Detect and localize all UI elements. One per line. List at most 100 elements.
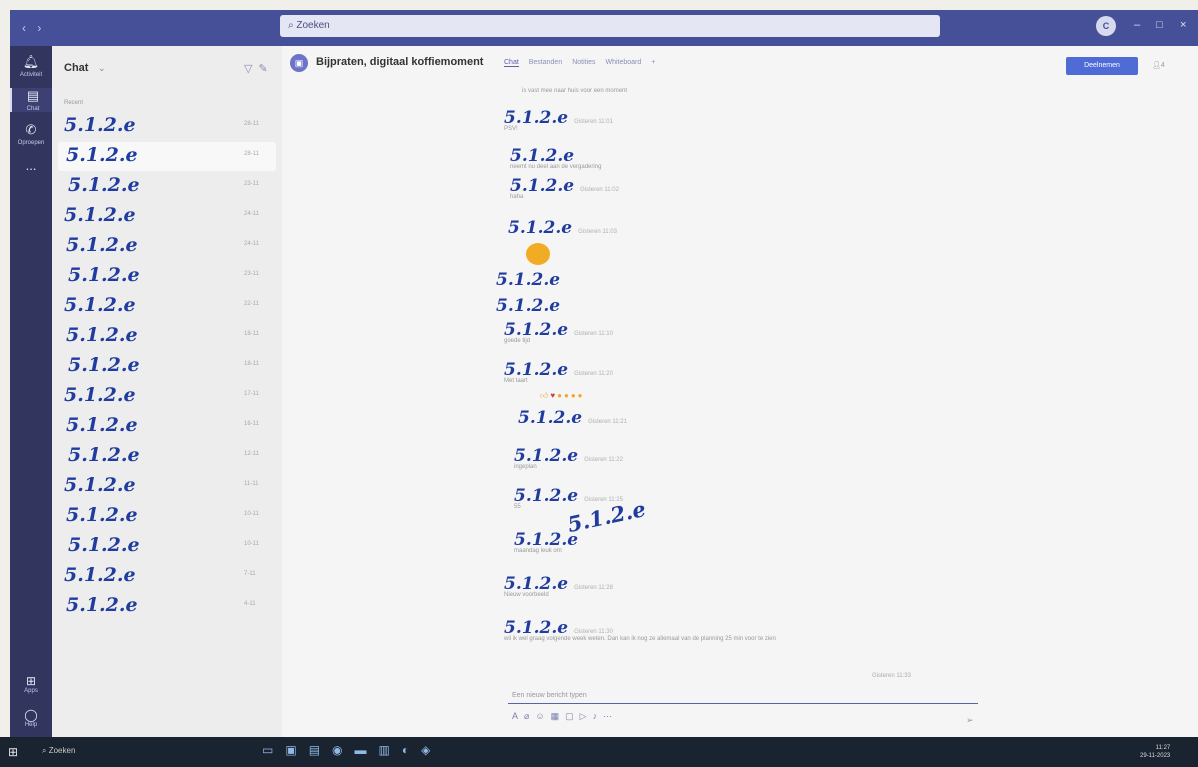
chat-contact-name: 5.1.2.e — [64, 564, 136, 586]
outlook-icon[interactable]: ▥ — [379, 743, 402, 757]
format-icon[interactable]: A — [512, 711, 524, 721]
rail-calls[interactable]: ✆ Oproepen — [10, 122, 52, 146]
rail-label: Chat — [26, 106, 40, 112]
mic-icon[interactable]: ♪ — [593, 711, 604, 721]
task-view-icon[interactable]: ▭ — [262, 743, 285, 757]
folder-icon[interactable]: ▬ — [355, 743, 379, 757]
windows-start-icon[interactable]: ⊞ — [8, 745, 22, 759]
attach-icon[interactable]: ⌀ — [524, 711, 535, 721]
chat-list-item[interactable]: 5.1.2.e 23-11 — [58, 262, 276, 291]
chat-list-item[interactable]: 5.1.2.e 10-11 — [58, 532, 276, 561]
chat-message[interactable]: 5.1.2.e Gisteren 11:21 — [518, 408, 627, 428]
tab-notes[interactable]: Notities — [572, 59, 595, 66]
filter-icon[interactable]: ▽ — [244, 63, 258, 75]
chat-list-item[interactable]: 5.1.2.e 24-11 — [58, 232, 276, 261]
chat-message[interactable]: 5.1.2.e Gisteren 11:20 Met taart — [504, 360, 613, 384]
more-options-icon[interactable]: ⋯ — [603, 711, 618, 721]
send-icon[interactable]: ➢ — [966, 715, 974, 726]
chat-list-item[interactable]: 5.1.2.e 11-11 — [58, 472, 276, 501]
chat-list-item[interactable]: 5.1.2.e 17-11 — [58, 382, 276, 411]
chat-date: 16-11 — [244, 421, 259, 427]
phone-icon: ✆ — [25, 122, 37, 137]
message-input[interactable]: Een nieuw bericht typen — [508, 689, 978, 704]
tab-whiteboard[interactable]: Whiteboard — [605, 59, 641, 66]
chat-message[interactable]: 5.1.2.e Gisteren 11:01 PSV! — [504, 108, 613, 132]
chat-list-item[interactable]: 5.1.2.e 22-11 — [58, 292, 276, 321]
back-forward-arrows[interactable]: ‹ › — [22, 21, 45, 35]
reaction-bar[interactable]: 👍︎♥●●●● — [540, 391, 585, 401]
chat-message[interactable]: 5.1.2.e Gisteren 11:02 haha — [510, 176, 619, 200]
chat-message[interactable]: 5.1.2.e Gisteren 11:10 goede tijd — [504, 320, 613, 344]
edge-icon[interactable]: ◐ — [402, 743, 421, 757]
taskbar-clock: 11:27 29-11-2023 — [1140, 744, 1170, 760]
chat-list-item[interactable]: 5.1.2.e 28-11 — [58, 112, 276, 141]
clock-time: 11:27 — [1155, 745, 1171, 751]
chrome-icon[interactable]: ◉ — [332, 743, 354, 757]
rail-label: Oproepen — [17, 140, 45, 146]
chat-date: 10-11 — [244, 511, 259, 517]
chat-date: 18-11 — [244, 331, 259, 337]
chat-contact-name: 5.1.2.e — [68, 174, 140, 196]
chat-list-item[interactable]: 5.1.2.e 4-11 — [58, 592, 276, 621]
profile-avatar[interactable]: C — [1096, 16, 1116, 36]
rail-apps[interactable]: ⊞ Apps — [10, 674, 52, 694]
participants-count[interactable]: 👤︎4 — [1152, 61, 1165, 69]
chat-message[interactable]: 5.1.2.e Gisteren 11:03 — [508, 218, 617, 238]
chat-message[interactable]: 5.1.2.e Gisteren 11:28 Nieuw voorbeeld — [504, 574, 613, 598]
maximize-icon[interactable]: □ — [1156, 19, 1163, 31]
chat-list-item[interactable]: 5.1.2.e 28-11 — [58, 142, 276, 171]
tab-chat[interactable]: Chat — [504, 59, 519, 67]
add-tab-icon[interactable]: + — [651, 59, 655, 66]
group-avatar: ▣ — [290, 54, 308, 72]
rail-more[interactable]: ... — [10, 158, 52, 175]
chat-list-item[interactable]: 5.1.2.e 12-11 — [58, 442, 276, 471]
meet-icon[interactable]: ▷ — [580, 711, 593, 721]
chat-contact-name: 5.1.2.e — [66, 504, 138, 526]
chat-list-item[interactable]: 5.1.2.e 23-11 — [58, 172, 276, 201]
more-icon: ... — [25, 158, 37, 173]
tab-files[interactable]: Bestanden — [529, 59, 562, 66]
chat-contact-name: 5.1.2.e — [68, 354, 140, 376]
chat-list-item[interactable]: 5.1.2.e 10-11 — [58, 502, 276, 531]
excel-icon[interactable]: ▤ — [309, 743, 332, 757]
message-sender: 5.1.2.e — [504, 360, 569, 380]
chat-list-item[interactable]: 5.1.2.e 24-11 — [58, 202, 276, 231]
taskbar-search[interactable]: ⌕ Zoeken — [42, 746, 75, 756]
sticker-icon[interactable]: ▢ — [565, 711, 580, 721]
chat-message[interactable]: 5.1.2.e Gisteren 11:22 ingeplan — [514, 446, 623, 470]
chat-list-item[interactable]: 5.1.2.e 18-11 — [58, 352, 276, 381]
top-snippet: is vast mee naar huis voor een moment — [522, 88, 628, 94]
rail-help[interactable]: ◯ Help — [10, 708, 52, 728]
conversation-header: ▣ Bijpraten, digitaal koffiemoment Chat … — [282, 46, 1198, 82]
rail-chat[interactable]: ▤ Chat — [10, 88, 54, 112]
chat-date: 28-11 — [244, 151, 259, 157]
gif-icon[interactable]: ▦ — [551, 711, 566, 721]
chevron-down-icon[interactable]: ⌄ — [98, 63, 106, 74]
message-sender: 5.1.2.e — [514, 530, 579, 550]
smile-icon: ● — [563, 391, 571, 400]
chat-message[interactable]: 5.1.2.e — [496, 270, 566, 290]
rail-activity[interactable]: 🔔︎ Activiteit — [10, 54, 52, 78]
search-bar[interactable]: ⌕ Zoeken — [280, 15, 940, 37]
teams-icon[interactable]: ▣ — [285, 743, 308, 757]
chat-list-item[interactable]: 5.1.2.e 16-11 — [58, 412, 276, 441]
chat-contact-name: 5.1.2.e — [66, 234, 138, 256]
chat-message[interactable]: 5.1.2.e Gisteren 11:30 wil ik wel graag vo… — [504, 618, 776, 642]
new-chat-icon[interactable]: ✎ — [258, 63, 273, 75]
emoji-icon[interactable]: ☺ — [535, 711, 550, 721]
close-icon[interactable]: × — [1180, 19, 1186, 31]
app-icon[interactable]: ◈ — [421, 743, 442, 757]
chat-list-item[interactable]: 5.1.2.e 7-11 — [58, 562, 276, 591]
message-timestamp: Gisteren 11:22 — [584, 457, 623, 463]
conversation-pane: ▣ Bijpraten, digitaal koffiemoment Chat … — [282, 46, 1198, 737]
minimize-icon[interactable]: – — [1134, 19, 1140, 31]
join-button[interactable]: Deelnemen — [1066, 57, 1138, 75]
chat-icon: ▤ — [26, 88, 40, 103]
message-sender: 5.1.2.e — [504, 320, 569, 340]
compose-box: Een nieuw bericht typen A⌀☺▦▢▷♪⋯ ➢ — [508, 689, 978, 737]
chat-message[interactable]: 5.1.2.e — [496, 296, 566, 316]
chat-list-item[interactable]: 5.1.2.e 18-11 — [58, 322, 276, 351]
chat-contact-name: 5.1.2.e — [66, 414, 138, 436]
chat-message[interactable]: 5.1.2.e neemt nu deel aan de vergadering — [510, 146, 601, 170]
search-placeholder: Zoeken — [296, 20, 330, 31]
